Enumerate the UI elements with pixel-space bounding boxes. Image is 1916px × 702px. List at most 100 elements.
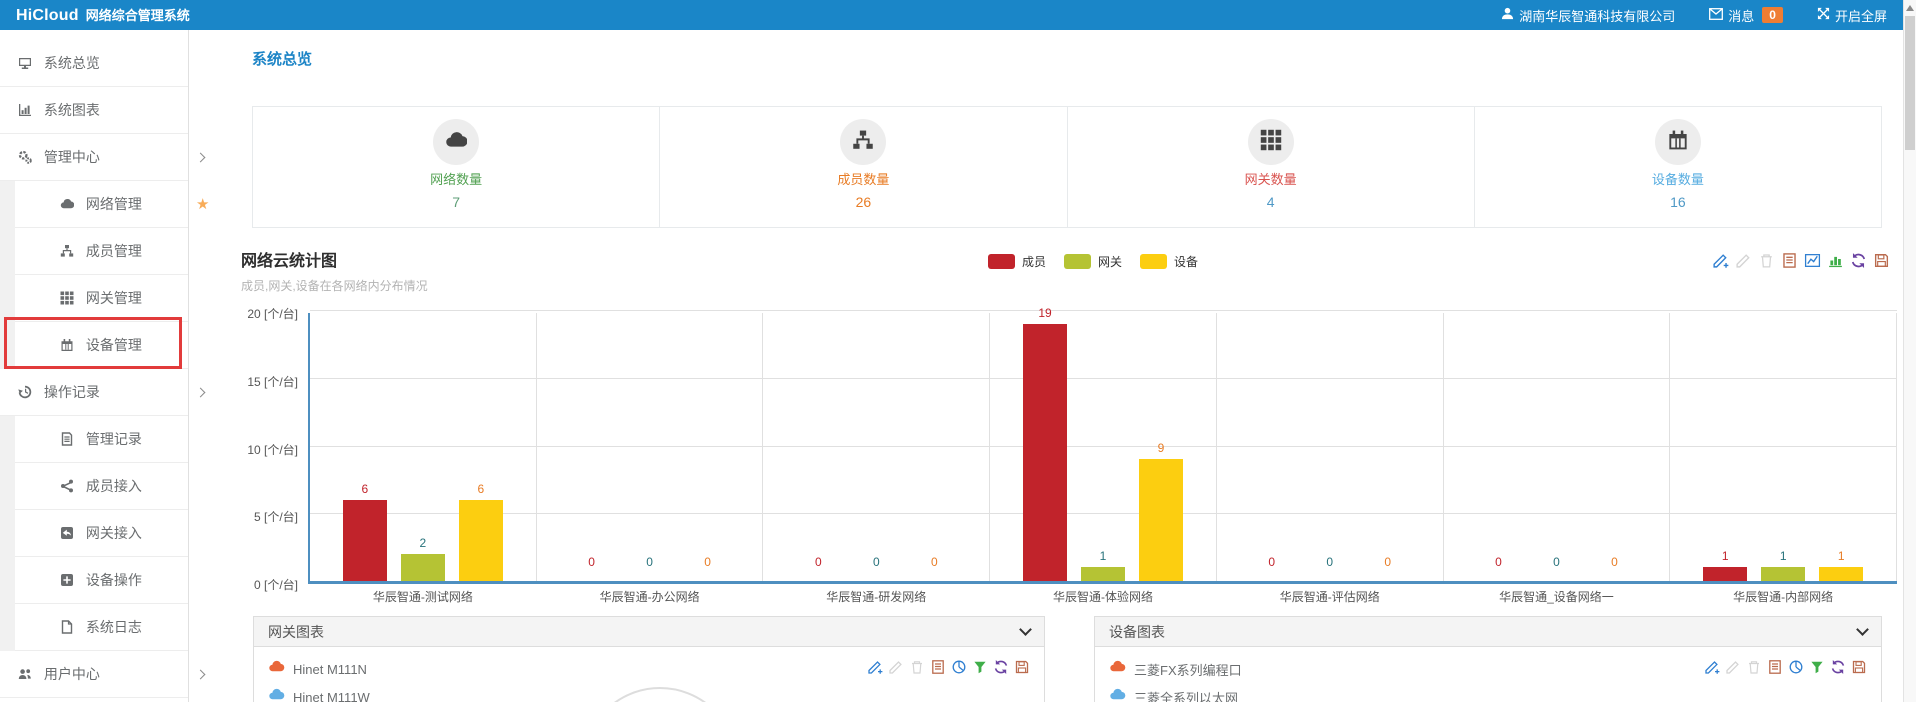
pie-chart-icon[interactable] — [951, 659, 967, 680]
pie-chart-icon[interactable] — [1788, 659, 1804, 680]
clear-mark-icon[interactable] — [1758, 252, 1775, 274]
scrollbar-thumb[interactable] — [1905, 16, 1915, 150]
save-image-icon[interactable] — [1873, 252, 1890, 274]
calendar-icon — [60, 337, 82, 353]
category-cell: 111华辰智通-内部网络 — [1670, 313, 1897, 581]
sidebar-item-system-overview[interactable]: 系统总览 — [0, 40, 188, 87]
sidebar-item-gateway-access[interactable]: 网关接入 — [0, 510, 188, 557]
stat-card-members[interactable]: 成员数量 26 — [659, 107, 1066, 227]
bar-chart-icon[interactable] — [1827, 252, 1844, 274]
line-chart-icon[interactable] — [1804, 252, 1821, 274]
chart-toolbox — [1712, 252, 1890, 274]
cloud-icon — [268, 687, 285, 702]
save-image-icon[interactable] — [1851, 659, 1867, 680]
sidebar-item-label: 设备操作 — [86, 572, 142, 588]
mark-icon[interactable] — [1712, 252, 1729, 274]
legend-item-网关[interactable]: 网关 — [1064, 253, 1122, 270]
bar-成员[interactable] — [1023, 324, 1067, 581]
restore-icon[interactable] — [1830, 659, 1846, 680]
sidebar-item-system-charts[interactable]: 系统图表 — [0, 87, 188, 134]
bar-网关[interactable] — [401, 554, 445, 581]
unmark-icon[interactable] — [888, 659, 904, 680]
bar-设备[interactable] — [459, 500, 503, 581]
fullscreen-button[interactable]: 开启全屏 — [1817, 6, 1887, 25]
sidebar-item-device-operations[interactable]: 设备操作 — [0, 557, 188, 604]
device-panel-header[interactable]: 设备图表 — [1095, 617, 1881, 647]
grid-icon — [60, 290, 82, 306]
sidebar-item-user-center[interactable]: 用户中心 — [0, 651, 188, 698]
data-view-icon[interactable] — [930, 659, 946, 680]
unmark-icon[interactable] — [1725, 659, 1741, 680]
legend-item-成员[interactable]: 成员 — [988, 253, 1046, 270]
fullscreen-icon — [1817, 7, 1830, 23]
category-label: 华辰智通_设备网络一 — [1444, 588, 1670, 605]
bar-设备[interactable] — [1819, 567, 1863, 581]
clear-mark-icon[interactable] — [909, 659, 925, 680]
account-menu[interactable]: 湖南华辰智通科技有限公司 — [1501, 6, 1675, 25]
bar-value-label: 0 — [854, 555, 898, 569]
cloud-icon — [1109, 659, 1126, 679]
sidebar-item-operation-records[interactable]: 操作记录 — [0, 369, 188, 416]
stat-card-networks[interactable]: 网络数量 7 — [253, 107, 659, 227]
sidebar-item-label: 网关接入 — [86, 525, 142, 541]
gridline — [310, 310, 1897, 311]
device-item-name: 三菱FX系列编程口 — [1134, 660, 1704, 679]
save-image-icon[interactable] — [1014, 659, 1030, 680]
sidebar-item-system-logs[interactable]: 系统日志 — [0, 604, 188, 651]
sidebar-item-management-center[interactable]: 管理中心 — [0, 134, 188, 181]
restore-icon[interactable] — [993, 659, 1009, 680]
mark-icon[interactable] — [1704, 659, 1720, 680]
sidebar-item-device-management[interactable]: 设备管理 — [0, 322, 188, 369]
bar-value-label: 1 — [1703, 549, 1747, 563]
bar-成员[interactable] — [1703, 567, 1747, 581]
bar-网关[interactable] — [1761, 567, 1805, 581]
legend-name: 网关 — [1098, 253, 1122, 270]
sidebar-item-label: 系统总览 — [44, 55, 100, 71]
sidebar-item-label: 管理记录 — [86, 431, 142, 447]
gateway-charts-panel: 网关图表 Hinet M111N Hinet — [253, 616, 1045, 702]
data-view-icon[interactable] — [1767, 659, 1783, 680]
bar-group-slot: 1 — [1703, 567, 1747, 581]
page-scrollbar[interactable] — [1903, 0, 1916, 702]
bar-网关[interactable] — [1081, 567, 1125, 581]
stat-card-devices[interactable]: 设备数量 16 — [1474, 107, 1881, 227]
bar-成员[interactable] — [343, 500, 387, 581]
gateway-panel-header[interactable]: 网关图表 — [254, 617, 1044, 647]
stat-card-value: 26 — [660, 194, 1066, 210]
company-name: 湖南华辰智通科技有限公司 — [1519, 6, 1675, 25]
clear-mark-icon[interactable] — [1746, 659, 1762, 680]
bar-chart-icon — [18, 102, 40, 118]
device-list-item[interactable]: 三菱全系列以太网 — [1095, 684, 1881, 702]
bar-value-label: 19 — [1023, 306, 1067, 320]
mark-icon[interactable] — [867, 659, 883, 680]
category-cell: 626华辰智通-测试网络 — [310, 313, 537, 581]
bar-group-slot: 2 — [401, 554, 445, 581]
unmark-icon[interactable] — [1735, 252, 1752, 274]
sidebar-item-member-access[interactable]: 成员接入 — [0, 463, 188, 510]
stat-card-gateways[interactable]: 网关数量 4 — [1067, 107, 1474, 227]
chevron-down-icon — [1019, 623, 1032, 636]
device-list-item[interactable]: 三菱FX系列编程口 — [1095, 656, 1881, 682]
funnel-chart-icon[interactable] — [1809, 659, 1825, 680]
sidebar-item-label: 设备管理 — [86, 337, 142, 353]
sidebar-item-network-management[interactable]: 网络管理 ★ — [0, 181, 188, 228]
scroll-up-arrow-icon[interactable] — [1906, 5, 1914, 11]
messages-button[interactable]: 消息 0 — [1709, 6, 1783, 25]
chevron-down-icon — [1856, 623, 1869, 636]
bar-设备[interactable] — [1139, 459, 1183, 581]
restore-icon[interactable] — [1850, 252, 1867, 274]
legend-item-设备[interactable]: 设备 — [1140, 253, 1198, 270]
funnel-chart-icon[interactable] — [972, 659, 988, 680]
sidebar-item-gateway-management[interactable]: 网关管理 — [0, 275, 188, 322]
sidebar-item-label: 系统图表 — [44, 102, 100, 118]
sidebar-item-label: 系统日志 — [86, 619, 142, 635]
sidebar-item-management-records[interactable]: 管理记录 — [0, 416, 188, 463]
gateway-list-item[interactable]: Hinet M111N — [254, 656, 1044, 682]
favorite-star-icon[interactable]: ★ — [196, 181, 209, 228]
sidebar-item-member-management[interactable]: 成员管理 — [0, 228, 188, 275]
category-label: 华辰智通-体验网络 — [990, 588, 1216, 605]
bar-value-label: 0 — [1308, 555, 1352, 569]
axis-tick-label: 15 [个/台] — [188, 373, 298, 390]
data-view-icon[interactable] — [1781, 252, 1798, 274]
brand[interactable]: HiCloud 网络综合管理系统 — [16, 5, 190, 25]
